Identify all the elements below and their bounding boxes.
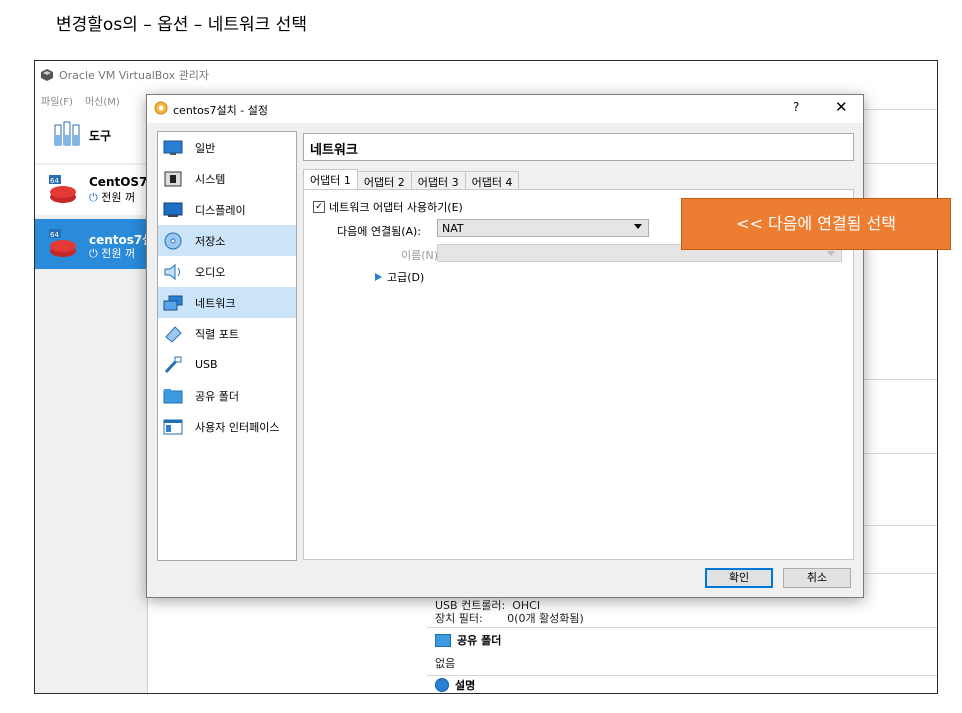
category-usb[interactable]: USB [158, 349, 296, 380]
name-label: 이름(N): [401, 249, 442, 262]
enable-adapter-label: 네트워크 어댑터 사용하기(E) [329, 201, 463, 214]
vm-list-item[interactable]: 64 CentOS7( ⏻ 전원 꺼 [35, 165, 153, 215]
shared-folders-header-text: 공유 폴더 [457, 634, 502, 647]
category-serial-ports[interactable]: 직렬 포트 [158, 318, 296, 349]
category-label: 공유 폴더 [195, 389, 239, 403]
page-caption: 변경할os의 – 옵션 – 네트워크 선택 [56, 15, 307, 35]
chip-icon [163, 170, 183, 188]
category-label: 저장소 [195, 234, 226, 248]
folder-icon [163, 387, 183, 405]
attached-to-value: NAT [442, 222, 464, 235]
expand-triangle-icon [375, 273, 382, 281]
vm-name: CentOS7( [89, 175, 153, 189]
tab-adapter-4[interactable]: 어댑터 4 [464, 171, 520, 190]
category-label: 네트워크 [195, 296, 236, 310]
section-title: 네트워크 [303, 133, 854, 161]
vm-state-text: 전원 꺼 [101, 191, 136, 204]
tab-adapter-1[interactable]: 어댑터 1 [303, 169, 358, 190]
speaker-icon [163, 263, 183, 281]
dialog-title: centos7설치 - 설정 [173, 104, 269, 117]
chevron-down-icon [634, 224, 642, 229]
disc-icon [163, 232, 183, 250]
main-window-titlebar: Oracle VM VirtualBox 관리자 [41, 67, 209, 83]
category-storage[interactable]: 저장소 [158, 225, 296, 256]
vm-state-text: 전원 꺼 [101, 247, 136, 260]
vm-state: ⏻ 전원 꺼 [89, 245, 135, 261]
shared-folders-header[interactable]: 공유 폴더 [435, 632, 501, 648]
svg-text:64: 64 [50, 177, 59, 185]
shared-folders-value: 없음 [435, 657, 456, 670]
main-menubar: 파일(F) 머신(M) [41, 93, 120, 108]
tools-icon [54, 121, 80, 146]
category-label: 시스템 [195, 172, 226, 186]
category-label: 오디오 [195, 265, 226, 279]
chevron-down-icon [827, 251, 835, 256]
category-display[interactable]: 디스플레이 [158, 194, 296, 225]
checkbox-check-icon: ✓ [313, 201, 325, 213]
menu-file[interactable]: 파일(F) [41, 93, 73, 108]
attached-to-label: 다음에 연결됨(A): [337, 225, 422, 238]
category-label: 사용자 인터페이스 [195, 420, 280, 434]
serial-port-icon [163, 325, 183, 343]
attached-to-select[interactable]: NAT [437, 219, 649, 237]
usb-icon [163, 356, 183, 374]
power-off-icon: ⏻ [89, 191, 98, 204]
category-network[interactable]: 네트워크 [158, 287, 296, 318]
menu-machine[interactable]: 머신(M) [85, 93, 120, 108]
window-layout-icon [163, 418, 183, 436]
tools-label: 도구 [89, 129, 112, 143]
monitor-icon [163, 139, 183, 157]
centos-vm-icon: 64 [49, 175, 76, 203]
enable-adapter-checkbox[interactable]: ✓ 네트워크 어댑터 사용하기(E) [313, 199, 463, 215]
tab-adapter-2[interactable]: 어댑터 2 [356, 171, 412, 190]
category-label: 일반 [195, 141, 216, 155]
virtualbox-logo-icon [41, 69, 53, 81]
settings-category-list: 일반 시스템 디스플레이 저장소 오디오 네트워크 직렬 포트 USB 공유 폴… [157, 131, 297, 561]
advanced-label: 고급(D) [387, 271, 425, 284]
dialog-titlebar: centos7설치 - 설정 ? ✕ [147, 95, 863, 123]
ok-button[interactable]: 확인 [705, 568, 773, 588]
help-button[interactable]: ? [793, 100, 799, 114]
description-header-text: 설명 [455, 679, 476, 692]
close-button[interactable]: ✕ [835, 98, 848, 116]
advanced-toggle[interactable]: 고급(D) [375, 269, 424, 285]
network-icon [163, 294, 183, 312]
centos-vm-icon: 64 [49, 229, 76, 257]
display-icon [163, 201, 183, 219]
adapter-tabs: 어댑터 1 어댑터 2 어댑터 3 어댑터 4 [303, 169, 520, 190]
settings-dialog: centos7설치 - 설정 ? ✕ 일반 시스템 디스플레이 저장소 오디오 … [146, 94, 864, 598]
vm-list-item-selected[interactable]: 64 centos7설 ⏻ 전원 꺼 [35, 219, 153, 269]
category-shared-folders[interactable]: 공유 폴더 [158, 380, 296, 411]
category-label: 디스플레이 [195, 203, 246, 217]
tab-adapter-3[interactable]: 어댑터 3 [410, 171, 466, 190]
main-window-title: Oracle VM VirtualBox 관리자 [59, 69, 210, 82]
usb-filter-detail: 장치 필터: 0(0개 활성화됨) [435, 612, 584, 625]
folder-icon [435, 633, 451, 647]
power-off-icon: ⏻ [89, 247, 98, 260]
category-user-interface[interactable]: 사용자 인터페이스 [158, 411, 296, 442]
category-label: USB [195, 358, 218, 371]
settings-gear-icon [154, 101, 168, 115]
vm-state: ⏻ 전원 꺼 [89, 189, 135, 205]
annotation-callout: << 다음에 연결됨 선택 [681, 198, 951, 250]
category-general[interactable]: 일반 [158, 132, 296, 163]
speech-bubble-icon [435, 678, 449, 692]
category-label: 직렬 포트 [195, 327, 239, 341]
category-system[interactable]: 시스템 [158, 163, 296, 194]
cancel-button[interactable]: 취소 [783, 568, 851, 588]
category-audio[interactable]: 오디오 [158, 256, 296, 287]
svg-text:64: 64 [50, 231, 59, 239]
description-header[interactable]: 설명 [435, 677, 475, 693]
